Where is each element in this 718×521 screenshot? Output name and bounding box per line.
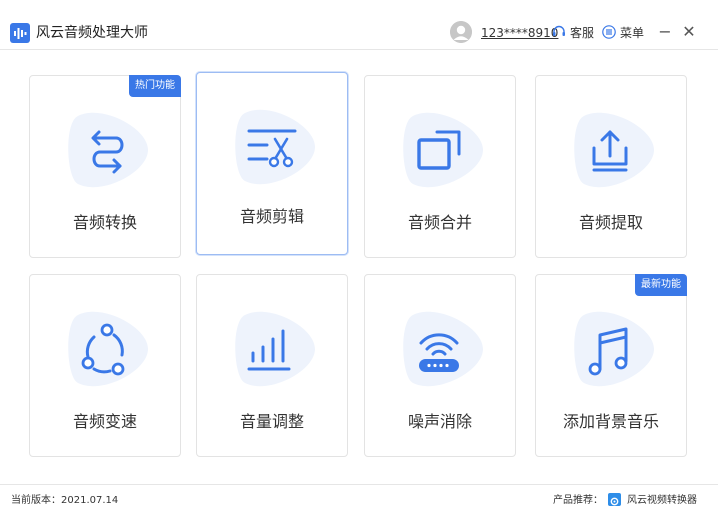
card-label: 添加背景音乐	[562, 412, 659, 431]
card-audio-convert[interactable]: 热门功能 音频转换	[29, 75, 181, 258]
footer-bar: 当前版本：2021.07.14 产品推荐： 风云视频转换器	[0, 484, 718, 521]
merge-squares-icon	[399, 108, 483, 192]
card-label: 噪声消除	[407, 412, 472, 431]
card-label: 音量调整	[239, 412, 304, 431]
customer-service-button[interactable]: 客服	[570, 25, 594, 41]
app-title: 风云音频处理大师	[36, 25, 148, 41]
card-audio-merge[interactable]: 音频合并	[364, 75, 516, 258]
card-label: 音频转换	[72, 213, 137, 232]
new-feature-badge: 最新功能	[635, 274, 687, 296]
minimize-button[interactable]: −	[657, 22, 673, 42]
card-audio-speed[interactable]: 音频变速	[29, 274, 181, 457]
hot-feature-badge: 热门功能	[129, 75, 181, 97]
video-converter-icon[interactable]	[608, 493, 621, 506]
card-label: 音频提取	[578, 213, 643, 232]
version-label: 当前版本：2021.07.14	[11, 495, 119, 506]
music-note-icon	[570, 307, 654, 391]
noise-router-icon	[399, 307, 483, 391]
card-label: 音频变速	[72, 412, 137, 431]
scissors-cut-icon	[231, 105, 315, 189]
volume-bars-icon	[231, 307, 315, 391]
card-noise-removal[interactable]: 噪声消除	[364, 274, 516, 457]
title-bar: 风云音频处理大师 123****8910 客服 菜单 − ✕	[0, 0, 718, 50]
menu-button[interactable]: 菜单	[620, 25, 644, 41]
card-add-background-music[interactable]: 最新功能 添加背景音乐	[535, 274, 687, 457]
avatar[interactable]	[450, 21, 472, 43]
close-button[interactable]: ✕	[681, 22, 697, 42]
headset-icon[interactable]	[552, 25, 566, 39]
user-avatar-icon	[450, 21, 472, 43]
recommend-product-link[interactable]: 风云视频转换器	[627, 494, 697, 508]
convert-arrows-icon	[64, 108, 148, 192]
recommend-label: 产品推荐：	[553, 495, 603, 506]
card-volume-adjust[interactable]: 音量调整	[196, 274, 348, 457]
card-label: 音频合并	[407, 213, 472, 232]
menu-icon[interactable]	[602, 25, 616, 39]
card-audio-cut[interactable]: 音频剪辑	[196, 72, 348, 255]
card-label: 音频剪辑	[239, 207, 304, 226]
speed-nodes-icon	[64, 307, 148, 391]
upload-extract-icon	[570, 108, 654, 192]
app-logo-icon	[10, 23, 30, 43]
card-audio-extract[interactable]: 音频提取	[535, 75, 687, 258]
user-name-link[interactable]: 123****8910	[481, 25, 558, 41]
